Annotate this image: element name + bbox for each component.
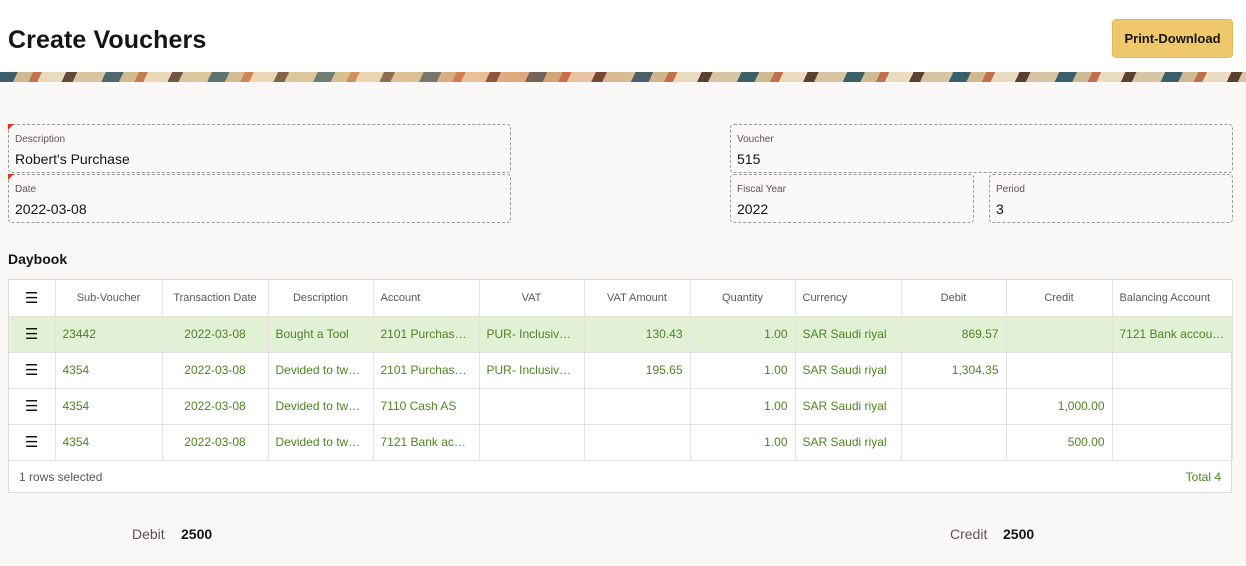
description-value[interactable]: Robert's Purchase — [15, 151, 130, 167]
cell-credit — [1006, 352, 1113, 389]
column-header-currency[interactable]: Currency — [795, 280, 902, 317]
debit-total-label: Debit — [132, 526, 165, 542]
credit-total-label: Credit — [950, 526, 988, 542]
cell-currency: SAR Saudi riyal — [795, 424, 902, 461]
cell-sub-voucher: 4354 — [55, 388, 163, 425]
cell-debit: 1,304.35 — [901, 352, 1007, 389]
daybook-title: Daybook — [8, 251, 68, 267]
period-value[interactable]: 3 — [996, 201, 1004, 217]
cell-vat: PUR- Inclusiv… — [479, 316, 585, 353]
cell-debit — [901, 388, 1007, 425]
cell-quantity: 1.00 — [690, 316, 796, 353]
fiscal-year-field[interactable]: Fiscal Year 2022 — [730, 174, 974, 223]
cell-vat — [479, 424, 585, 461]
rows-selected-status: 1 rows selected — [19, 470, 103, 484]
description-field[interactable]: Description Robert's Purchase — [8, 124, 511, 173]
print-download-button[interactable]: Print-Download — [1112, 19, 1233, 58]
column-header-transaction-date[interactable]: Transaction Date — [162, 280, 269, 317]
cell-transaction-date: 2022-03-08 — [162, 316, 269, 353]
cell-description: Bought a Tool — [268, 316, 374, 353]
cell-vat-amount — [584, 424, 691, 461]
cell-vat-amount: 195.65 — [584, 352, 691, 389]
cell-sub-voucher: 23442 — [55, 316, 163, 353]
column-header-debit[interactable]: Debit — [901, 280, 1007, 317]
cell-account: 2101 Purchase… — [373, 352, 480, 389]
cell-currency: SAR Saudi riyal — [795, 316, 902, 353]
cell-balancing-account — [1112, 388, 1233, 425]
column-header-vat[interactable]: VAT — [479, 280, 585, 317]
daybook-table: ☰ Sub-Voucher Transaction Date Descripti… — [8, 279, 1233, 493]
table-row[interactable]: ☰ 4354 2022-03-08 Devided to tw… 2101 Pu… — [9, 352, 1233, 389]
cell-credit: 500.00 — [1006, 424, 1113, 461]
cell-transaction-date: 2022-03-08 — [162, 388, 269, 425]
row-menu-icon[interactable]: ☰ — [9, 316, 56, 353]
voucher-value[interactable]: 515 — [737, 151, 760, 167]
cell-quantity: 1.00 — [690, 424, 796, 461]
column-header-vat-amount[interactable]: VAT Amount — [584, 280, 691, 317]
table-row[interactable]: ☰ 23442 2022-03-08 Bought a Tool 2101 Pu… — [9, 316, 1233, 353]
cell-vat-amount: 130.43 — [584, 316, 691, 353]
cell-account: 7110 Cash AS — [373, 388, 480, 425]
date-value[interactable]: 2022-03-08 — [15, 201, 87, 217]
column-header-account[interactable]: Account — [373, 280, 480, 317]
column-header-sub-voucher[interactable]: Sub-Voucher — [55, 280, 163, 317]
cell-description: Devided to tw… — [268, 352, 374, 389]
cell-description: Devided to tw… — [268, 388, 374, 425]
cell-balancing-account — [1112, 352, 1233, 389]
fiscal-year-label: Fiscal Year — [737, 184, 786, 195]
cell-transaction-date: 2022-03-08 — [162, 424, 269, 461]
table-header-row: ☰ Sub-Voucher Transaction Date Descripti… — [9, 280, 1233, 317]
cell-account: 7121 Bank acc… — [373, 424, 480, 461]
rows-total: Total 4 — [1185, 470, 1221, 484]
fiscal-year-value[interactable]: 2022 — [737, 201, 768, 217]
cell-debit: 869.57 — [901, 316, 1007, 353]
cell-credit: 1,000.00 — [1006, 388, 1113, 425]
date-label: Date — [15, 184, 37, 195]
page-title: Create Vouchers — [8, 26, 207, 54]
cell-account: 2101 Purchase… — [373, 316, 480, 353]
column-header-quantity[interactable]: Quantity — [690, 280, 796, 317]
cell-debit — [901, 424, 1007, 461]
cell-vat-amount — [584, 388, 691, 425]
cell-quantity: 1.00 — [690, 388, 796, 425]
page-header: Create Vouchers Print-Download — [0, 0, 1246, 72]
description-label: Description — [15, 134, 66, 145]
column-menu-icon[interactable]: ☰ — [9, 280, 56, 317]
cell-vat: PUR- Inclusiv… — [479, 352, 585, 389]
period-field[interactable]: Period 3 — [989, 174, 1233, 223]
cell-description: Devided to tw… — [268, 424, 374, 461]
cell-currency: SAR Saudi riyal — [795, 388, 902, 425]
cell-transaction-date: 2022-03-08 — [162, 352, 269, 389]
table-row[interactable]: ☰ 4354 2022-03-08 Devided to tw… 7121 Ba… — [9, 424, 1233, 461]
column-header-balancing-account[interactable]: Balancing Account — [1112, 280, 1233, 317]
cell-vat — [479, 388, 585, 425]
column-header-description[interactable]: Description — [268, 280, 374, 317]
period-label: Period — [996, 184, 1025, 195]
row-menu-icon[interactable]: ☰ — [9, 388, 56, 425]
decorative-banner — [0, 72, 1246, 82]
voucher-label: Voucher — [737, 134, 774, 145]
cell-currency: SAR Saudi riyal — [795, 352, 902, 389]
table-row[interactable]: ☰ 4354 2022-03-08 Devided to tw… 7110 Ca… — [9, 388, 1233, 425]
cell-credit — [1006, 316, 1113, 353]
cell-quantity: 1.00 — [690, 352, 796, 389]
cell-sub-voucher: 4354 — [55, 352, 163, 389]
date-field[interactable]: Date 2022-03-08 — [8, 174, 511, 223]
debit-total-value: 2500 — [181, 526, 213, 542]
cell-balancing-account: 7121 Bank accou… — [1112, 316, 1233, 353]
column-header-credit[interactable]: Credit — [1006, 280, 1113, 317]
row-menu-icon[interactable]: ☰ — [9, 352, 56, 389]
row-menu-icon[interactable]: ☰ — [9, 424, 56, 461]
voucher-field[interactable]: Voucher 515 — [730, 124, 1233, 173]
credit-total-value: 2500 — [1003, 526, 1035, 542]
cell-sub-voucher: 4354 — [55, 424, 163, 461]
cell-balancing-account — [1112, 424, 1233, 461]
table-footer: 1 rows selected Total 4 — [9, 461, 1231, 493]
